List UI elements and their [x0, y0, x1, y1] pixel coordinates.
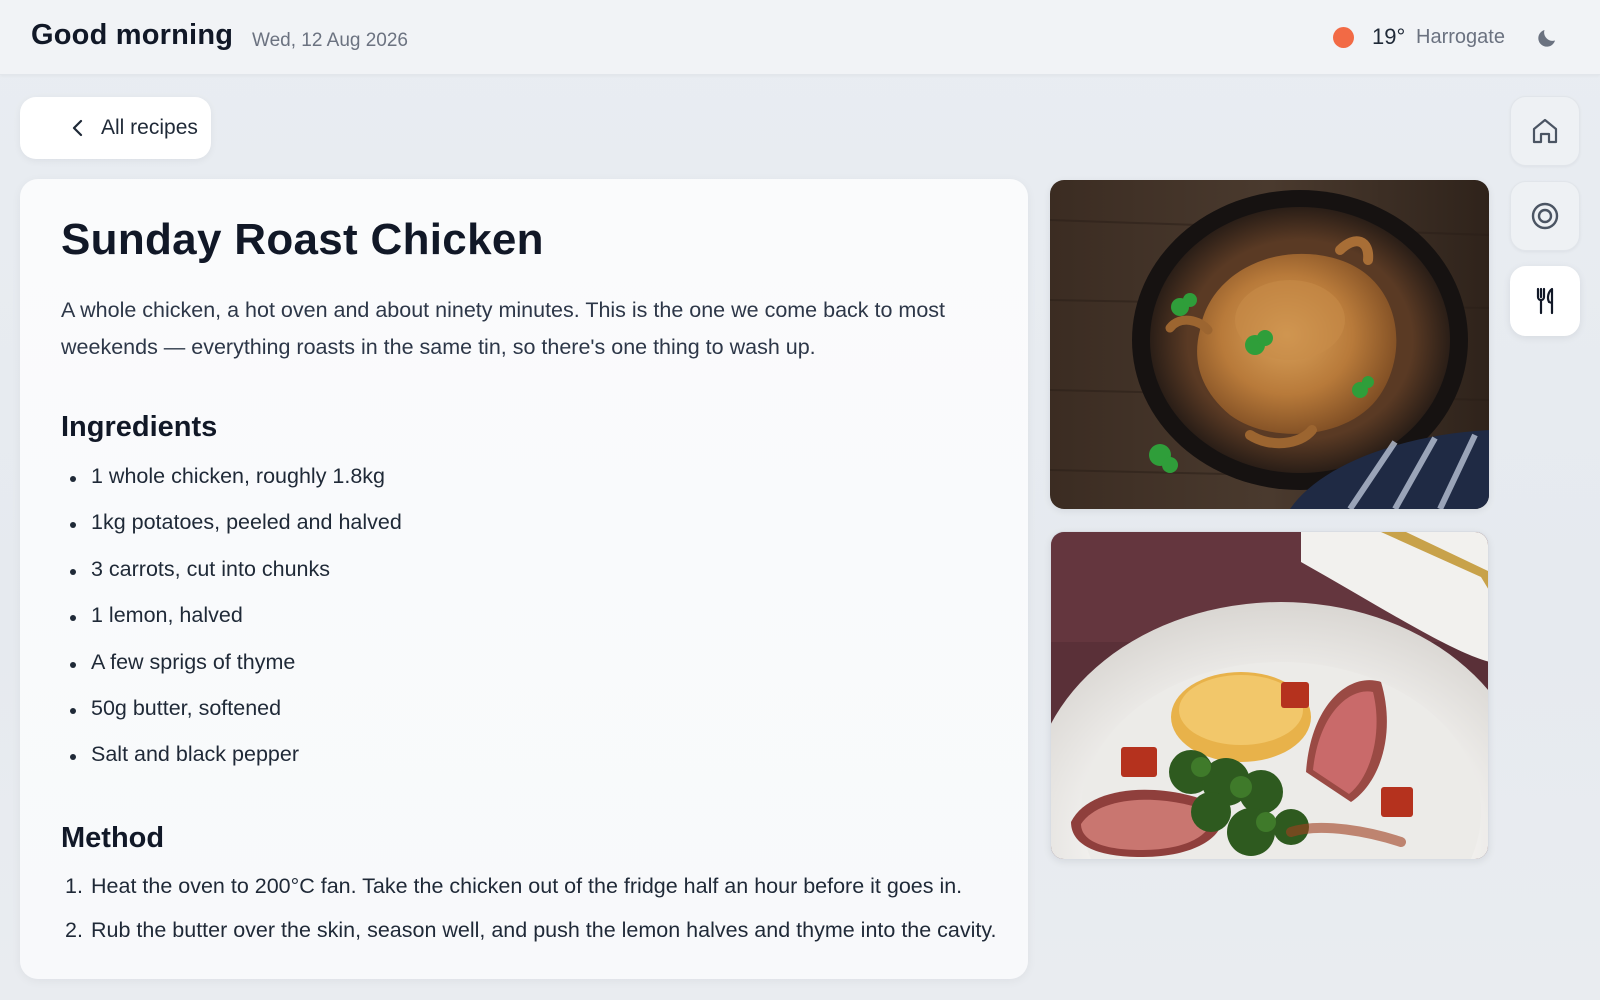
nav-recipes-button[interactable]	[1510, 266, 1580, 336]
method-heading: Method	[61, 822, 165, 854]
weather-temperature: 19°	[1372, 24, 1406, 49]
all-recipes-back-button[interactable]: All recipes	[20, 97, 211, 159]
method-step: 2. Rub the butter over the skin, season …	[61, 912, 1001, 949]
nav-target-button[interactable]	[1510, 181, 1580, 251]
method-step: 1. Heat the oven to 200°C fan. Take the …	[61, 868, 1001, 905]
ingredient-item: A few sprigs of thyme	[61, 645, 402, 691]
ingredients-heading: Ingredients	[61, 411, 218, 443]
ingredient-item: 3 carrots, cut into chunks	[61, 552, 402, 598]
ingredient-item: Salt and black pepper	[61, 737, 402, 783]
roast-chicken-photo[interactable]	[1050, 180, 1489, 509]
method-list: 1. Heat the oven to 200°C fan. Take the …	[61, 868, 1001, 956]
target-icon	[1531, 202, 1559, 230]
weather-location: Harrogate	[1416, 26, 1505, 48]
roast-chicken-image	[1050, 180, 1489, 509]
back-button-label: All recipes	[101, 116, 198, 139]
ingredient-item: 1 lemon, halved	[61, 598, 402, 644]
ingredients-list: 1 whole chicken, roughly 1.8kg 1kg potat…	[61, 459, 402, 784]
recipe-title: Sunday Roast Chicken	[61, 215, 544, 264]
plated-duck-photo[interactable]	[1050, 531, 1489, 860]
date-label: Wed, 12 Aug 2026	[252, 30, 408, 51]
moon-icon[interactable]	[1535, 26, 1559, 50]
chevron-left-icon	[72, 119, 83, 137]
plated-duck-image	[1051, 532, 1488, 859]
recipe-card: Sunday Roast Chicken A whole chicken, a …	[20, 179, 1028, 979]
method-step-number: 1.	[65, 874, 83, 898]
top-bar: Good morning Wed, 12 Aug 2026 19° Harrog…	[0, 0, 1600, 75]
greeting-title: Good morning	[31, 19, 234, 51]
weather-status-icon	[1333, 27, 1354, 48]
fork-knife-icon	[1536, 287, 1554, 315]
ingredient-item: 50g butter, softened	[61, 691, 402, 737]
method-step-text: Rub the butter over the skin, season wel…	[91, 918, 997, 942]
home-icon	[1532, 118, 1558, 144]
method-step-number: 2.	[65, 918, 83, 942]
ingredient-item: 1 whole chicken, roughly 1.8kg	[61, 459, 402, 505]
recipe-intro: A whole chicken, a hot oven and about ni…	[61, 298, 945, 359]
nav-home-button[interactable]	[1510, 96, 1580, 166]
method-step-text: Heat the oven to 200°C fan. Take the chi…	[91, 874, 963, 898]
ingredient-item: 1kg potatoes, peeled and halved	[61, 505, 402, 551]
